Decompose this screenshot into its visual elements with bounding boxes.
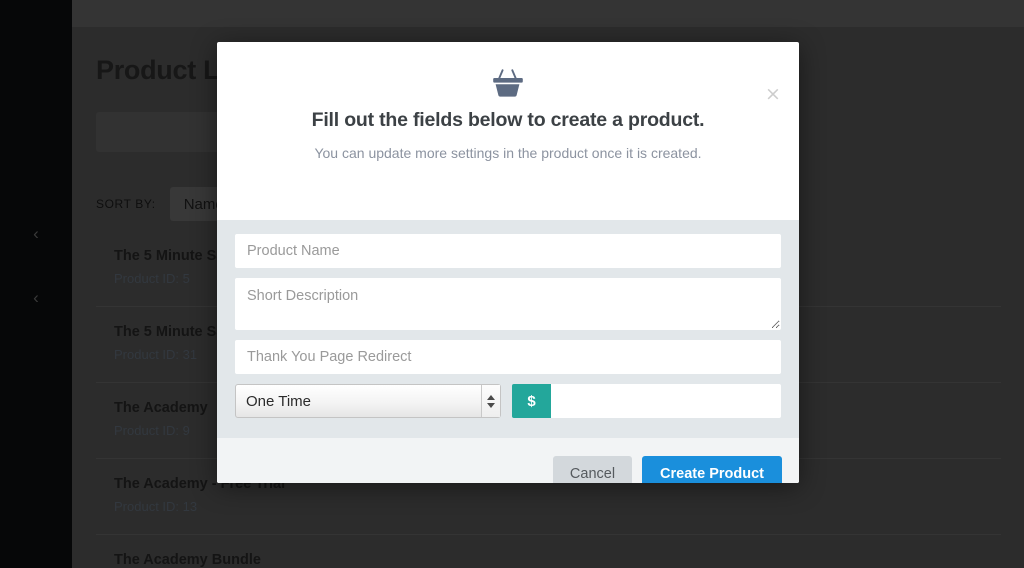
billing-type-select-wrapper: One Time Subscription Payment Plan — [235, 384, 501, 418]
cancel-button[interactable]: Cancel — [552, 455, 633, 483]
price-input[interactable] — [551, 384, 781, 418]
create-product-button[interactable]: Create Product — [642, 455, 782, 483]
chevron-left-icon[interactable]: ‹ — [0, 215, 72, 253]
sort-by-label: SORT BY: — [96, 197, 156, 211]
thank-you-redirect-input[interactable] — [235, 340, 781, 374]
modal-header: × Fill out the fields below to create a … — [217, 68, 799, 220]
modal-subtitle: You can update more settings in the prod… — [314, 145, 702, 161]
product-name: The Academy Bundle — [114, 552, 261, 568]
dollar-sign-icon: $ — [512, 384, 551, 418]
sidebar-collapse-controls: ‹ ‹ — [0, 215, 72, 343]
product-id: Product ID: 13 — [114, 499, 198, 514]
modal-title: Fill out the fields below to create a pr… — [311, 109, 705, 131]
create-product-modal: × Fill out the fields below to create a … — [217, 42, 799, 483]
price-input-group: $ — [512, 384, 781, 418]
chevron-left-icon[interactable]: ‹ — [0, 279, 72, 317]
short-description-input[interactable] — [235, 278, 781, 330]
modal-footer: Cancel Create Product — [217, 438, 799, 483]
close-icon[interactable]: × — [760, 81, 786, 107]
product-name-input[interactable] — [235, 234, 781, 268]
billing-price-row: One Time Subscription Payment Plan $ — [235, 384, 781, 418]
list-item[interactable]: The Academy Bundle — [96, 535, 1001, 568]
billing-type-select[interactable]: One Time Subscription Payment Plan — [235, 384, 501, 418]
left-sidebar: ‹ ‹ — [0, 0, 72, 568]
modal-body: One Time Subscription Payment Plan $ — [217, 220, 799, 438]
shopping-basket-icon — [493, 69, 523, 97]
top-bar — [72, 0, 1024, 27]
app-root: ‹ ‹ Product List SORT BY: Name The 5 Min… — [0, 0, 1024, 568]
